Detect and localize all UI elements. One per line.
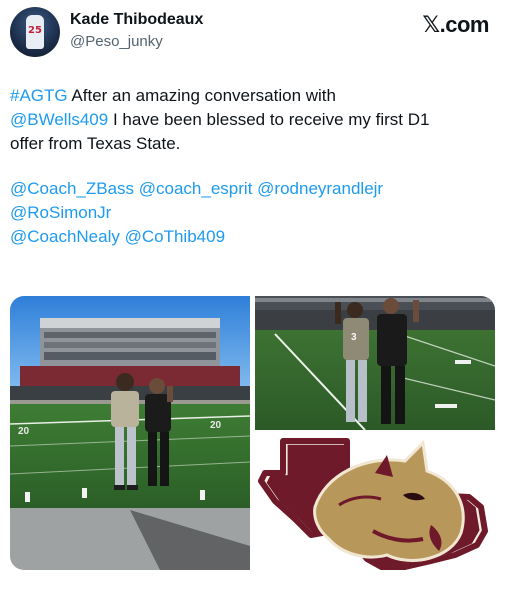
mention-bwells409[interactable]: @BWells409 — [10, 110, 108, 129]
tweet-line-3: offer from Texas State. — [10, 134, 181, 153]
media-texas-state-logo[interactable] — [255, 435, 495, 570]
mentions-row-3: @CoachNealy @CoThib409 — [10, 225, 495, 249]
x-icon: 𝕏 — [422, 13, 440, 38]
mention-cothib409[interactable]: @CoThib409 — [125, 227, 225, 246]
media-photo-field[interactable]: 3 — [255, 296, 495, 430]
tweet-line-2: @BWells409 I have been blessed to receiv… — [10, 108, 495, 132]
hashtag-agtg[interactable]: #AGTG — [10, 86, 68, 105]
tweet-text: #AGTG After an amazing conversation with… — [10, 84, 495, 249]
mentions-row-2: @RoSimonJr — [10, 201, 495, 225]
tweet-line-1-text: After an amazing conversation with — [67, 86, 336, 105]
jersey-number: 3 — [351, 332, 357, 343]
tweet-header: 25 Kade Thibodeaux @Peso_junky 𝕏.com — [10, 6, 495, 58]
mention-coachnealy[interactable]: @CoachNealy — [10, 227, 120, 246]
mention-coach-zbass[interactable]: @Coach_ZBass — [10, 179, 134, 198]
tweet-line-1: #AGTG After an amazing conversation with — [10, 84, 495, 108]
field-photo-icon: 3 — [255, 296, 495, 430]
mention-rosimonjr[interactable]: @RoSimonJr — [10, 203, 111, 222]
svg-text:20: 20 — [18, 426, 30, 437]
mention-rodneyrandlejr[interactable]: @rodneyrandlejr — [257, 179, 383, 198]
media-grid: 20 20 3 — [10, 296, 495, 570]
avatar[interactable]: 25 — [10, 7, 60, 57]
avatar-jersey-number: 25 — [28, 25, 42, 36]
author-name[interactable]: Kade Thibodeaux — [70, 11, 203, 29]
x-logo: 𝕏.com — [422, 12, 489, 38]
x-domain: .com — [439, 12, 490, 37]
author-handle[interactable]: @Peso_junky — [70, 33, 163, 50]
mentions-row-1: @Coach_ZBass @coach_esprit @rodneyrandle… — [10, 177, 495, 201]
stadium-photo-icon: 20 20 — [10, 296, 250, 570]
texas-state-bobcat-logo-icon — [258, 438, 488, 570]
media-photo-stadium[interactable]: 20 20 — [10, 296, 250, 570]
tweet-line-2-text: I have been blessed to receive my first … — [108, 110, 430, 129]
svg-text:20: 20 — [210, 420, 222, 431]
mention-coach-esprit[interactable]: @coach_esprit — [139, 179, 253, 198]
